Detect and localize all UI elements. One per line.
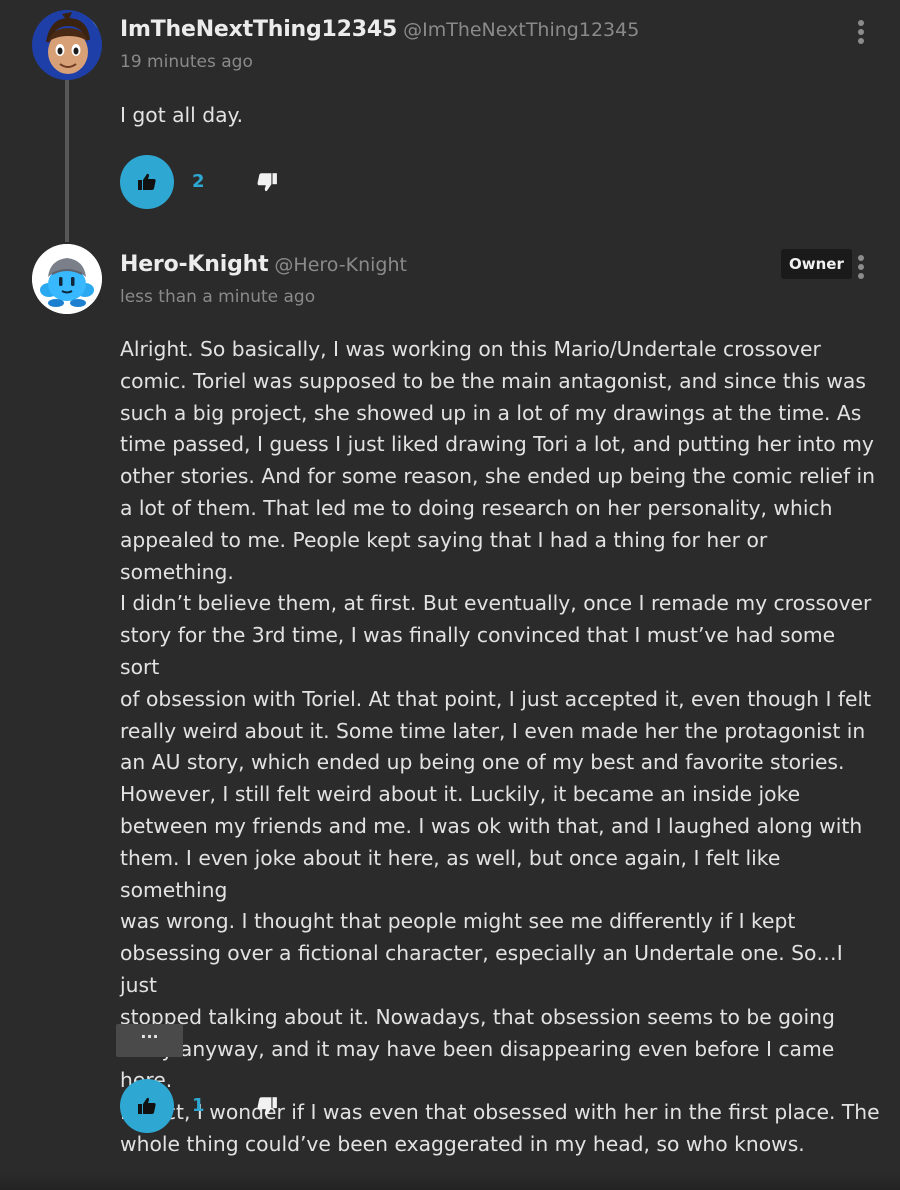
- username[interactable]: Hero-Knight @Hero-Knight: [120, 252, 407, 277]
- like-button[interactable]: [120, 155, 174, 209]
- dislike-button[interactable]: [256, 1095, 278, 1117]
- like-count: 2: [192, 171, 205, 192]
- comment-timestamp: less than a minute ago: [120, 287, 316, 307]
- thumbs-up-icon: [138, 1097, 156, 1114]
- like-count: 1: [192, 1095, 205, 1116]
- comment-options-button[interactable]: [853, 17, 869, 47]
- ellipsis-dot: [858, 38, 864, 44]
- user-handle: @Hero-Knight: [274, 254, 407, 276]
- ellipsis-dot: [858, 29, 864, 35]
- username-text[interactable]: ImTheNextThing12345: [120, 17, 397, 42]
- ellipsis-dot: [858, 273, 864, 279]
- like-button[interactable]: [120, 1079, 174, 1133]
- dislike-button[interactable]: [256, 171, 278, 193]
- expand-comment-button[interactable]: ···: [116, 1024, 183, 1057]
- comment-body: Alright. So basically, I was working on …: [120, 337, 880, 1156]
- comment-timestamp: 19 minutes ago: [120, 52, 253, 72]
- avatar[interactable]: [32, 244, 102, 314]
- username[interactable]: ImTheNextThing12345 @ImTheNextThing12345: [120, 17, 639, 42]
- owner-badge: Owner: [781, 249, 852, 279]
- page-bottom-edge: [0, 1172, 900, 1190]
- thumbs-down-icon: [257, 173, 277, 192]
- user-handle: @ImTheNextThing12345: [403, 19, 640, 41]
- blue-kirby-avatar-icon: [32, 244, 102, 314]
- cartoon-character-avatar-icon: [32, 10, 102, 80]
- comment-body: I got all day.: [120, 103, 244, 127]
- username-text[interactable]: Hero-Knight: [120, 252, 269, 277]
- vertical-ellipsis-icon: [858, 20, 864, 26]
- comment-item: ImTheNextThing12345 @ImTheNextThing12345 …: [0, 0, 900, 240]
- thumbs-up-icon: [138, 173, 156, 190]
- thumbs-down-icon: [257, 1097, 277, 1116]
- ellipsis-dot: [858, 264, 864, 270]
- avatar[interactable]: [32, 10, 102, 80]
- vertical-ellipsis-icon: [858, 255, 864, 261]
- comment-options-button[interactable]: [853, 252, 869, 282]
